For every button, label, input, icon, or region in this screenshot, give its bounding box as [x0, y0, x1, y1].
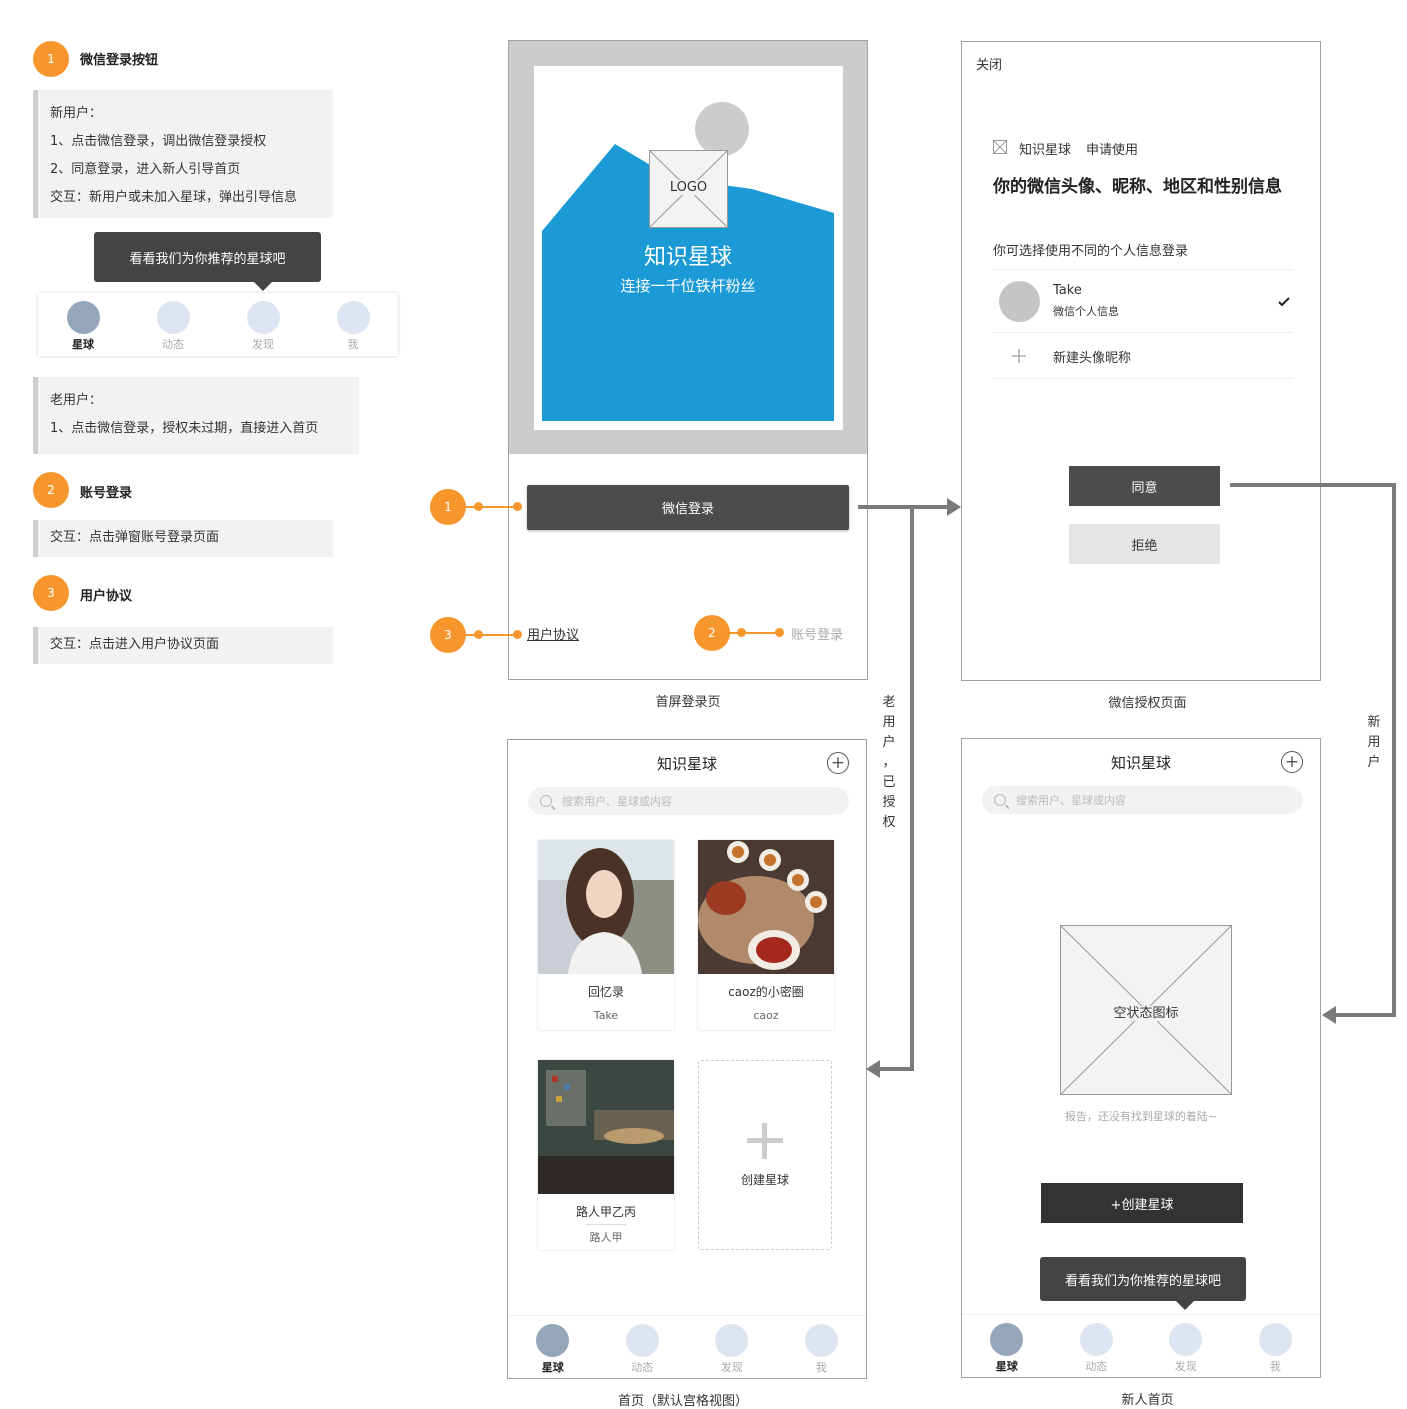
flow-label-char: 老	[882, 695, 896, 710]
arrow-head	[866, 1060, 880, 1078]
flow-label-char: 用	[882, 715, 896, 730]
flow-label-char: 户	[1367, 755, 1381, 770]
flow-label-char: 授	[882, 795, 896, 810]
flow-label-new-user: 新 用 户	[1364, 713, 1384, 773]
arrow-head	[947, 498, 961, 516]
flow-label-old-user: 老 用 户 ， 已 授 权	[879, 693, 899, 833]
flow-label-char: 已	[882, 775, 896, 790]
flow-label-char: 户	[882, 735, 896, 750]
flow-label-char: 用	[1367, 735, 1381, 750]
flow-label-char: 新	[1367, 715, 1381, 730]
arrow-head	[1322, 1006, 1336, 1024]
flow-label-char: 权	[882, 815, 896, 830]
flow-label-char: ，	[882, 755, 896, 770]
flow-arrows	[858, 483, 1396, 1078]
